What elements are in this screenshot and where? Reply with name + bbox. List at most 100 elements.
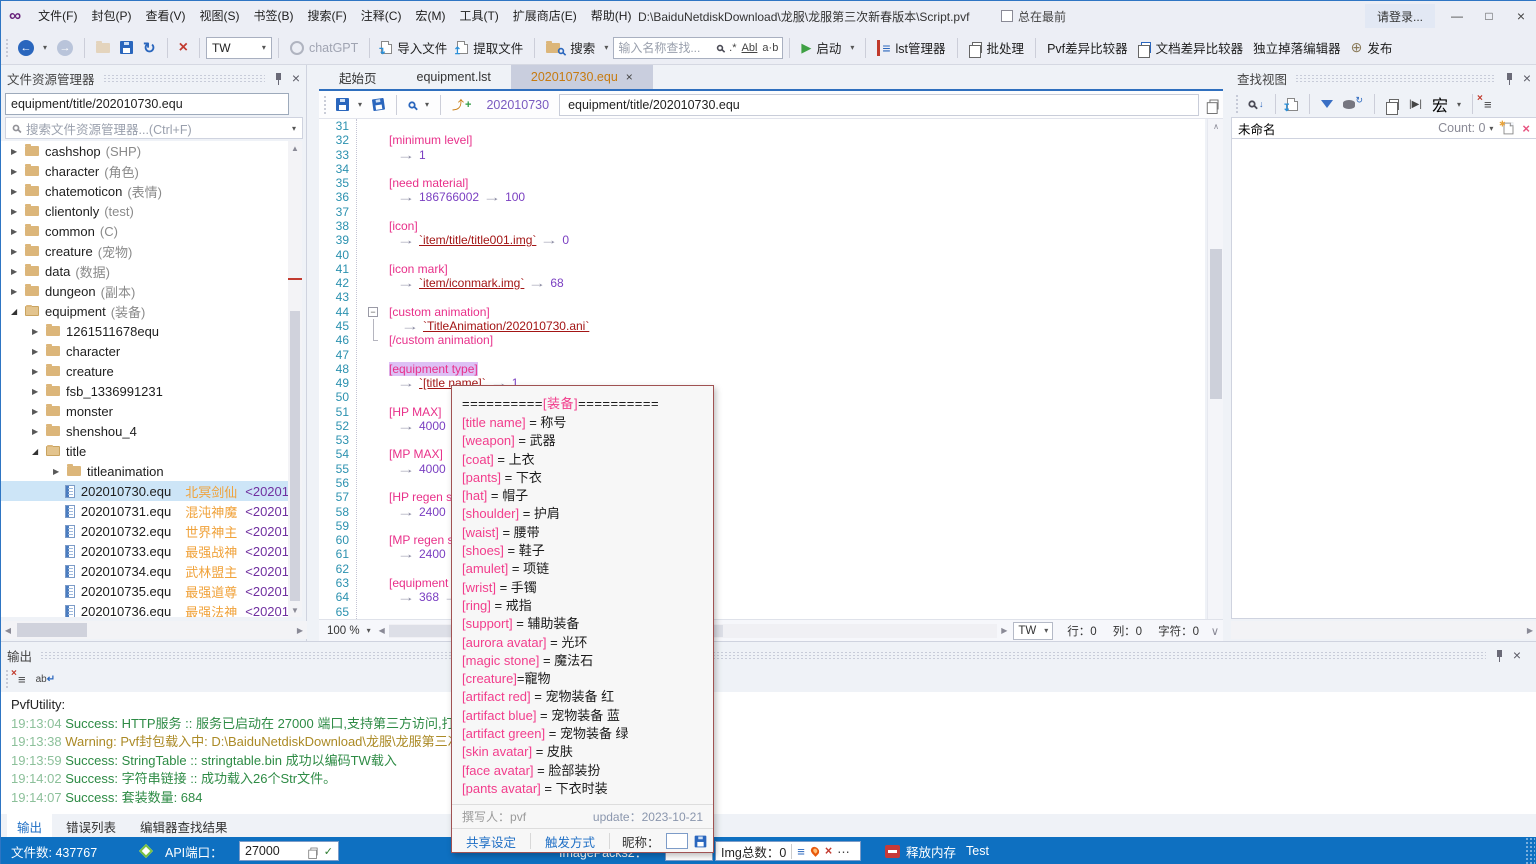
menu-item-0[interactable]: 文件(F) [33, 1, 82, 31]
tab-close-icon[interactable]: × [626, 70, 633, 84]
word-wrap-button[interactable]: ab↵ [31, 666, 61, 692]
tree-item[interactable]: ▶clientonly(test) [1, 201, 289, 221]
find-horizontal-scrollbar[interactable]: ▶ [1231, 621, 1536, 639]
breadcrumb[interactable]: equipment/title/202010730.equ [559, 94, 1199, 116]
hscrollbar-thumb[interactable] [17, 623, 87, 637]
tree-item[interactable]: ▶monster [1, 401, 289, 421]
menu-item-5[interactable]: 搜索(F) [302, 1, 351, 31]
menu-item-9[interactable]: 扩展商店(E) [508, 1, 582, 31]
forward-button[interactable]: → [52, 35, 78, 61]
tree-item[interactable]: ◢title [1, 441, 289, 461]
nickname-input[interactable] [666, 833, 688, 849]
toolbar-grip[interactable] [5, 38, 9, 58]
tree-item[interactable]: ▶chatemoticon(表情) [1, 181, 289, 201]
chevron-collapsed-icon[interactable]: ▶ [11, 167, 22, 176]
find-close-icon[interactable]: × [1523, 71, 1531, 85]
match-case-toggle[interactable]: a·b [762, 42, 778, 54]
tree-item[interactable]: ▶creature [1, 361, 289, 381]
chevron-collapsed-icon[interactable]: ▶ [11, 267, 22, 276]
api-port-input[interactable]: 27000 ✓ [239, 841, 339, 861]
hscroll-right-icon[interactable]: ▶ [1001, 626, 1007, 635]
search-button[interactable]: 搜索▾ [541, 35, 613, 61]
editor-encoding-combobox[interactable]: TW▾ [1013, 622, 1053, 640]
code-line[interactable]: 48[equipment type] [319, 362, 1205, 376]
code-line[interactable]: 36→186766002→100 [319, 190, 1205, 204]
start-button[interactable]: ▶启动▾ [796, 35, 859, 61]
chevron-collapsed-icon[interactable]: ▶ [32, 347, 43, 356]
tree-item[interactable]: ▶creature(宠物) [1, 241, 289, 261]
code-line[interactable]: 32[minimum level] [319, 133, 1205, 147]
zoom-level-control[interactable]: 100 %▾ [319, 625, 379, 637]
find-database-button[interactable]: ↻ [1338, 91, 1369, 117]
img-total-box[interactable]: Img总数：0 ≡ × ⋯ [715, 841, 861, 861]
maximize-button[interactable]: □ [1473, 1, 1505, 31]
scroll-corner-down-icon[interactable]: ∨ [1207, 624, 1223, 638]
explorer-vertical-scrollbar[interactable]: ▲ ▼ [288, 141, 302, 617]
tree-item[interactable]: ▶dungeon(副本) [1, 281, 289, 301]
tab-起始页[interactable]: 起始页 [319, 65, 397, 89]
open-button[interactable] [91, 35, 115, 61]
find-toolbar-grip[interactable] [1235, 94, 1239, 114]
code-line[interactable]: 41[icon mark] [319, 262, 1205, 276]
img-more-icon[interactable]: ⋯ [837, 844, 850, 859]
editor-toolbar-grip[interactable] [323, 95, 327, 115]
editor-search-dropdown-icon[interactable]: ▾ [425, 100, 429, 109]
output-pin-icon[interactable] [1494, 649, 1505, 662]
flame-icon[interactable] [809, 845, 821, 857]
output-close-icon[interactable]: × [1513, 648, 1521, 662]
menu-item-2[interactable]: 查看(V) [140, 1, 190, 31]
tree-item[interactable]: ▶cashshop(SHP) [1, 141, 289, 161]
find-scroll-right-icon[interactable]: ▶ [1523, 621, 1536, 639]
api-copy-icon[interactable] [310, 847, 317, 855]
code-line[interactable]: 44[custom animation] [319, 305, 1205, 319]
login-button[interactable]: 请登录... [1365, 4, 1435, 28]
tree-item[interactable]: ◢equipment(装备) [1, 301, 289, 321]
pvf-diff-button[interactable]: Pvf差异比较器 [1042, 35, 1133, 61]
find-search-results-button[interactable]: ↓ [1243, 91, 1269, 117]
menu-item-6[interactable]: 注释(C) [356, 1, 407, 31]
code-line[interactable]: 43 [319, 290, 1205, 304]
img-close-icon[interactable]: × [825, 844, 832, 858]
output-toolbar-grip[interactable] [5, 669, 9, 689]
macro-button[interactable]: 宏▾ [1427, 91, 1466, 117]
chevron-collapsed-icon[interactable]: ▶ [11, 207, 22, 216]
release-memory-button[interactable]: 释放内存 Test [885, 837, 989, 864]
regex-toggle[interactable]: .* [729, 42, 736, 54]
node-add-button[interactable]: ⤴+ [447, 92, 476, 118]
chevron-collapsed-icon[interactable]: ▶ [32, 367, 43, 376]
tab-202010730.equ[interactable]: 202010730.equ× [511, 65, 653, 89]
find-pin-icon[interactable] [1504, 72, 1515, 85]
tree-item[interactable]: ▶titleanimation [1, 461, 289, 481]
chevron-expanded-icon[interactable]: ◢ [11, 307, 22, 316]
editor-scroll-up-icon[interactable]: ∧ [1209, 119, 1223, 133]
menu-item-7[interactable]: 宏(M) [410, 1, 450, 31]
tree-item[interactable]: ▶data(数据) [1, 261, 289, 281]
extract-file-button[interactable]: ↥提取文件 [452, 35, 528, 61]
batch-button[interactable]: 批处理 [964, 35, 1030, 61]
scrollbar-thumb[interactable] [290, 311, 300, 601]
name-find-input[interactable]: 输入名称查找... .* Abl a·b [613, 37, 783, 59]
code-line[interactable]: 34 [319, 162, 1205, 176]
editor-save-dropdown-icon[interactable]: ▾ [358, 100, 362, 109]
find-clear-button[interactable]: ≡ [1479, 91, 1497, 117]
editor-vertical-scrollbar[interactable]: ∧ [1207, 119, 1223, 619]
find-copy-button[interactable] [1381, 91, 1404, 117]
code-line[interactable]: 46[/custom animation] [319, 333, 1205, 347]
explorer-horizontal-scrollbar[interactable]: ◀ ▶ [1, 621, 307, 639]
chevron-collapsed-icon[interactable]: ▶ [32, 427, 43, 436]
tree-item[interactable]: ▶fsb_1336991231 [1, 381, 289, 401]
doc-diff-button[interactable]: 文档差异比较器 [1133, 35, 1249, 61]
find-step-button[interactable]: |▶| [1404, 91, 1427, 117]
tree-item[interactable]: 202010733.equ最强战神<20201 [1, 541, 289, 561]
tooltip-save-icon[interactable] [694, 835, 706, 847]
img-list-icon[interactable]: ≡ [791, 844, 805, 859]
resize-grip[interactable] [1525, 837, 1535, 864]
scroll-right-icon[interactable]: ▶ [293, 621, 307, 639]
find-export-button[interactable]: ↧ [1282, 91, 1303, 117]
tree-item[interactable]: 202010734.equ武林盟主<20201 [1, 561, 289, 581]
chatgpt-button[interactable]: chatGPT [285, 35, 363, 61]
always-on-top-checkbox[interactable] [1001, 10, 1013, 22]
chevron-expanded-icon[interactable]: ◢ [32, 447, 43, 456]
tree-item[interactable]: 202010731.equ混沌神魔<20201 [1, 501, 289, 521]
menu-item-8[interactable]: 工具(T) [454, 1, 503, 31]
